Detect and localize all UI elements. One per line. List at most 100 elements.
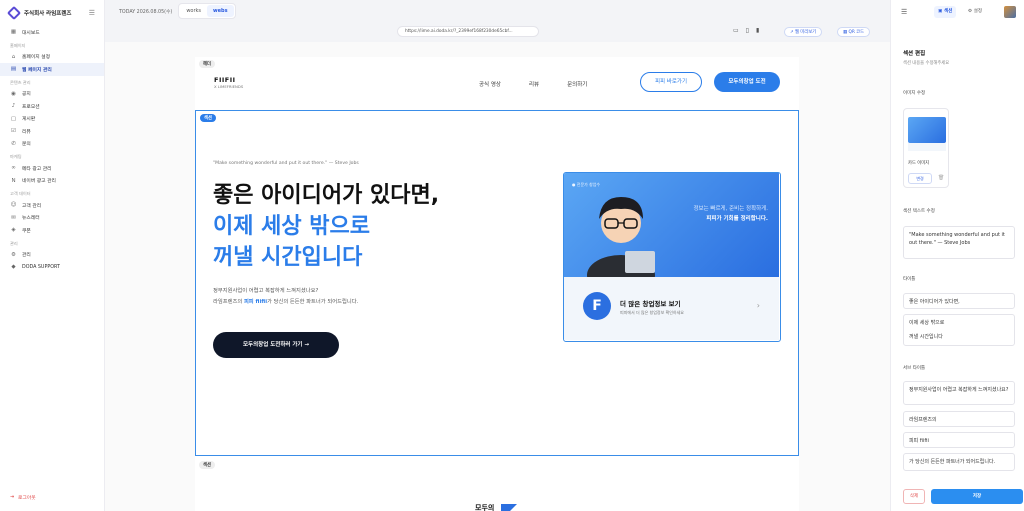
promo-card-text: 정보는 빠르게, 준비는 정확하게. 피피가 기회를 정리합니다.	[693, 204, 768, 224]
hero-cta-button[interactable]: 모두의창업 도전하러 가기 →	[213, 332, 339, 358]
qr-code-button[interactable]: ▦ QR 코드	[837, 27, 871, 37]
preview-toolbar: https://lime.ai.doda.kr/?_2399ef168f230d…	[105, 22, 890, 42]
sidebar-item-label: 문의	[22, 142, 31, 148]
promo-card-subtitle: 피피에서 더 많은 창업정보 확인하세요	[620, 310, 684, 315]
tablet-icon[interactable]: ▯	[746, 27, 749, 34]
subtitle-field-2[interactable]: 라임프렌즈의	[903, 411, 1015, 427]
nav-link-review[interactable]: 리뷰	[529, 80, 539, 88]
promo-card-badge: ● 전문가 창업수	[572, 182, 601, 187]
app: 주식회사 라임프렌즈 ☰ ▦ 대시보드 홈페이지 ⌂ 홈페이지 설정 ▤ 웹 페이지 관리 콘…	[0, 0, 1024, 511]
title-field-2[interactable]: 이제 세상 밖으로 꺼낼 시간입니다	[903, 314, 1015, 346]
sidebar-item-label: 홈페이지 설정	[22, 55, 51, 61]
menu-icon[interactable]: ☰	[901, 8, 907, 16]
card-image-label: 카드 이미지	[908, 161, 930, 166]
page-header[interactable]: 헤더 FIIFII X LIMEFRIENDS 공식 영상 리뷰 문의하기 피피…	[195, 57, 799, 109]
sidebar-item-label: 웹 페이지 관리	[22, 67, 52, 73]
hero-quote: "Make something wonderful and put it out…	[213, 161, 359, 166]
fiifii-link-button[interactable]: 피피 바로가기	[640, 72, 702, 92]
brand: 주식회사 라임프렌즈 ☰	[0, 0, 104, 26]
sidebar-item-label: 관리	[22, 253, 31, 259]
avatar[interactable]	[1004, 6, 1016, 18]
site-logo[interactable]: FIIFII X LIMEFRIENDS	[214, 76, 243, 89]
challenge-button[interactable]: 모두의창업 도전	[714, 72, 780, 92]
panel-subtitle: 섹션 내용을 수정해주세요	[903, 61, 950, 66]
site-logo-sub: X LIMEFRIENDS	[214, 84, 244, 89]
preview-url[interactable]: https://lime.ai.doda.kr/?_2399ef168f230d…	[397, 26, 539, 37]
subtitle-field-1[interactable]: 정부지원사업이 어렵고 복잡하게 느껴지셨나요?	[903, 381, 1015, 405]
web-preview-label: 웹 미리보기	[794, 30, 817, 35]
grid-icon: ▦	[10, 29, 17, 36]
web-preview-button[interactable]: ↗ 웹 미리보기	[784, 27, 823, 37]
tab-section-label: 섹션	[943, 9, 953, 14]
nav-link-contact[interactable]: 문의하기	[567, 80, 587, 88]
sidebar-item[interactable]: ◆ DODA SUPPORT	[0, 261, 104, 274]
sidebar-item[interactable]: ▤ 웹 페이지 관리	[0, 63, 104, 76]
hero-subtitle: 정부지원사업이 어렵고 복잡하게 느껴지셨나요? 라임프렌즈의 피피 fiifi…	[213, 286, 358, 307]
hero-title-line1: 좋은 아이디어가 있다면,	[213, 183, 440, 208]
sidebar-item[interactable]: ☑ 리뷰	[0, 125, 104, 138]
subtitle-field-3[interactable]: 피피 fiifii	[903, 432, 1015, 448]
hero-title-line2: 이제 세상 밖으로	[213, 214, 370, 239]
brand-logo-icon	[6, 5, 22, 21]
sidebar-group-label: 홈페이지	[10, 42, 26, 48]
trash-icon[interactable]: 🗑	[938, 175, 944, 181]
sidebar-collapse-icon[interactable]: ☰	[89, 9, 95, 17]
card-image-preview	[908, 117, 946, 143]
panel-title: 섹션 편집	[903, 51, 926, 57]
subtitle-label: 서브 타이틀	[903, 366, 926, 371]
hero-title-line3: 꺼낼 시간입니다	[213, 245, 363, 270]
sidebar-item[interactable]: ∞ 메타 광고 관리	[0, 162, 104, 175]
panel-tabs: ☰ ▣ 섹션 ⚙ 설정	[891, 0, 1024, 24]
tab-section[interactable]: ▣ 섹션	[934, 6, 957, 18]
delete-button[interactable]: 삭제	[903, 489, 925, 504]
sidebar-item[interactable]: ☺ 고객 관리	[0, 199, 104, 212]
sidebar-item[interactable]: ✆ 문의	[0, 138, 104, 151]
nav-link-video[interactable]: 공식 영상	[479, 80, 501, 88]
qr-code-label: QR 코드	[848, 30, 865, 35]
hero-title: 좋은 아이디어가 있다면, 이제 세상 밖으로 꺼낼 시간입니다	[213, 180, 439, 273]
image-edit-label: 이미지 수정	[903, 91, 926, 96]
sidebar-item[interactable]: ✉ 뉴스레터	[0, 212, 104, 225]
site-logo-main: FIIFII	[214, 76, 236, 84]
title-label: 타이틀	[903, 277, 916, 282]
tab-settings[interactable]: ⚙ 설정	[964, 6, 986, 18]
support-icon: ◆	[11, 264, 16, 271]
sidebar-item[interactable]: ♪ 프로모션	[0, 100, 104, 113]
logout-label: 로그아웃	[18, 496, 36, 501]
sidebar-item[interactable]: ⚙ 관리	[0, 249, 104, 262]
sidebar-item-label: 메타 광고 관리	[22, 166, 52, 172]
tab-webs[interactable]: webs	[207, 5, 234, 17]
sidebar-item[interactable]: N 네이버 광고 관리	[0, 175, 104, 188]
sidebar-group-label: 마케팅	[10, 154, 22, 159]
meta-icon: ∞	[11, 165, 16, 172]
sidebar-item-label: 프로모션	[22, 104, 40, 110]
sidebar-item-label: 공지	[22, 92, 31, 98]
sidebar-item[interactable]: ▦ 대시보드	[0, 26, 104, 39]
desktop-icon[interactable]: ▭	[733, 27, 739, 34]
sidebar-item[interactable]: ◉ 공지	[0, 88, 104, 101]
sub-pre: 라임프렌즈의	[213, 298, 244, 305]
edit-panel: ☰ ▣ 섹션 ⚙ 설정 섹션 편집 섹션 내용을 수정해주세요 이미지 수정 카…	[890, 0, 1024, 511]
promo-card[interactable]: ● 전문가 창업수 정보는 빠르게, 준비는 정확하게. 피피가 기회를 정리합…	[563, 172, 781, 342]
title-field-1[interactable]: 좋은 아이디어가 있다면,	[903, 293, 1015, 309]
bell-icon: ♪	[11, 103, 16, 110]
sub-highlight: 피피 fiifii	[243, 298, 268, 305]
promo-card-text-line2: 피피가 기회를 정리합니다.	[706, 216, 768, 222]
board-icon: ▢	[10, 115, 17, 122]
sidebar-item[interactable]: ▢ 게시판	[0, 113, 104, 126]
quote-field[interactable]: "Make something wonderful and put it out…	[903, 226, 1015, 259]
review-icon: ☑	[11, 128, 16, 135]
phone-icon: ✆	[11, 140, 16, 147]
site-nav: 공식 영상 리뷰 문의하기	[479, 80, 587, 88]
tab-works[interactable]: works	[180, 5, 207, 17]
header-tag: 헤더	[199, 60, 215, 68]
change-image-button[interactable]: 변경	[908, 173, 932, 184]
sidebar-item[interactable]: ⌂ 홈페이지 설정	[0, 51, 104, 64]
mobile-icon[interactable]: ▮	[756, 27, 759, 34]
editor-canvas: 헤더 FIIFII X LIMEFRIENDS 공식 영상 리뷰 문의하기 피피…	[105, 42, 890, 511]
sidebar-item[interactable]: ◈ 쿠폰	[0, 224, 104, 237]
save-button[interactable]: 저장	[931, 489, 1023, 504]
logout-button[interactable]: ⇥ 로그아웃	[10, 494, 36, 501]
sidebar-item-label: 뉴스레터	[22, 216, 40, 222]
subtitle-field-4[interactable]: 가 당신의 든든한 파트너가 되어드립니다.	[903, 453, 1015, 471]
